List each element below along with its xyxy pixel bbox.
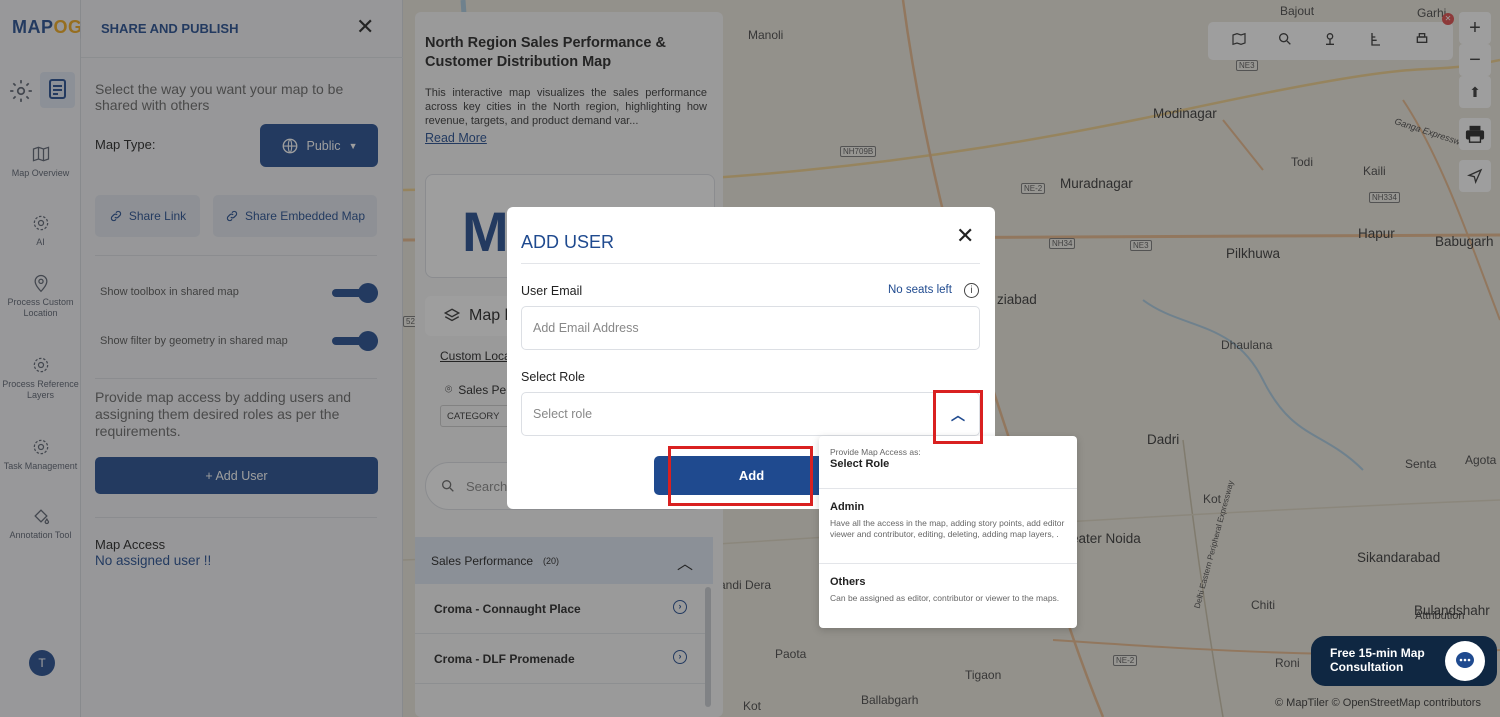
consultation-chip[interactable]: Free 15-min Map Consultation: [1311, 636, 1497, 686]
modal-title: ADD USER: [521, 232, 615, 252]
divider: [521, 263, 980, 264]
close-icon[interactable]: ✕: [956, 223, 974, 249]
chat-icon[interactable]: [1445, 641, 1485, 681]
option-title: Admin: [830, 501, 865, 513]
dropdown-caption: Provide Map Access as:: [830, 447, 921, 457]
role-placeholder: Select role: [533, 407, 593, 421]
highlight-add-button: [668, 446, 813, 506]
seats-status: No seats left: [888, 284, 952, 296]
info-icon[interactable]: i: [964, 283, 979, 298]
select-role-label: Select Role: [521, 370, 585, 384]
highlight-role-chevron: [933, 390, 983, 444]
user-email-label: User Email: [521, 284, 583, 298]
dropdown-heading: Select Role: [830, 458, 890, 470]
option-title: Others: [830, 576, 866, 588]
role-option-others[interactable]: Others Can be assigned as editor, contri…: [819, 564, 1077, 628]
role-select[interactable]: Select role: [521, 392, 980, 436]
option-desc: Can be assigned as editor, contributor o…: [830, 593, 1060, 603]
email-input[interactable]: Add Email Address: [521, 306, 980, 350]
option-desc: Have all the access in the map, adding s…: [830, 518, 1065, 539]
role-dropdown: Provide Map Access as: Select Role Admin…: [819, 436, 1077, 628]
role-option-admin[interactable]: Admin Have all the access in the map, ad…: [819, 489, 1077, 563]
